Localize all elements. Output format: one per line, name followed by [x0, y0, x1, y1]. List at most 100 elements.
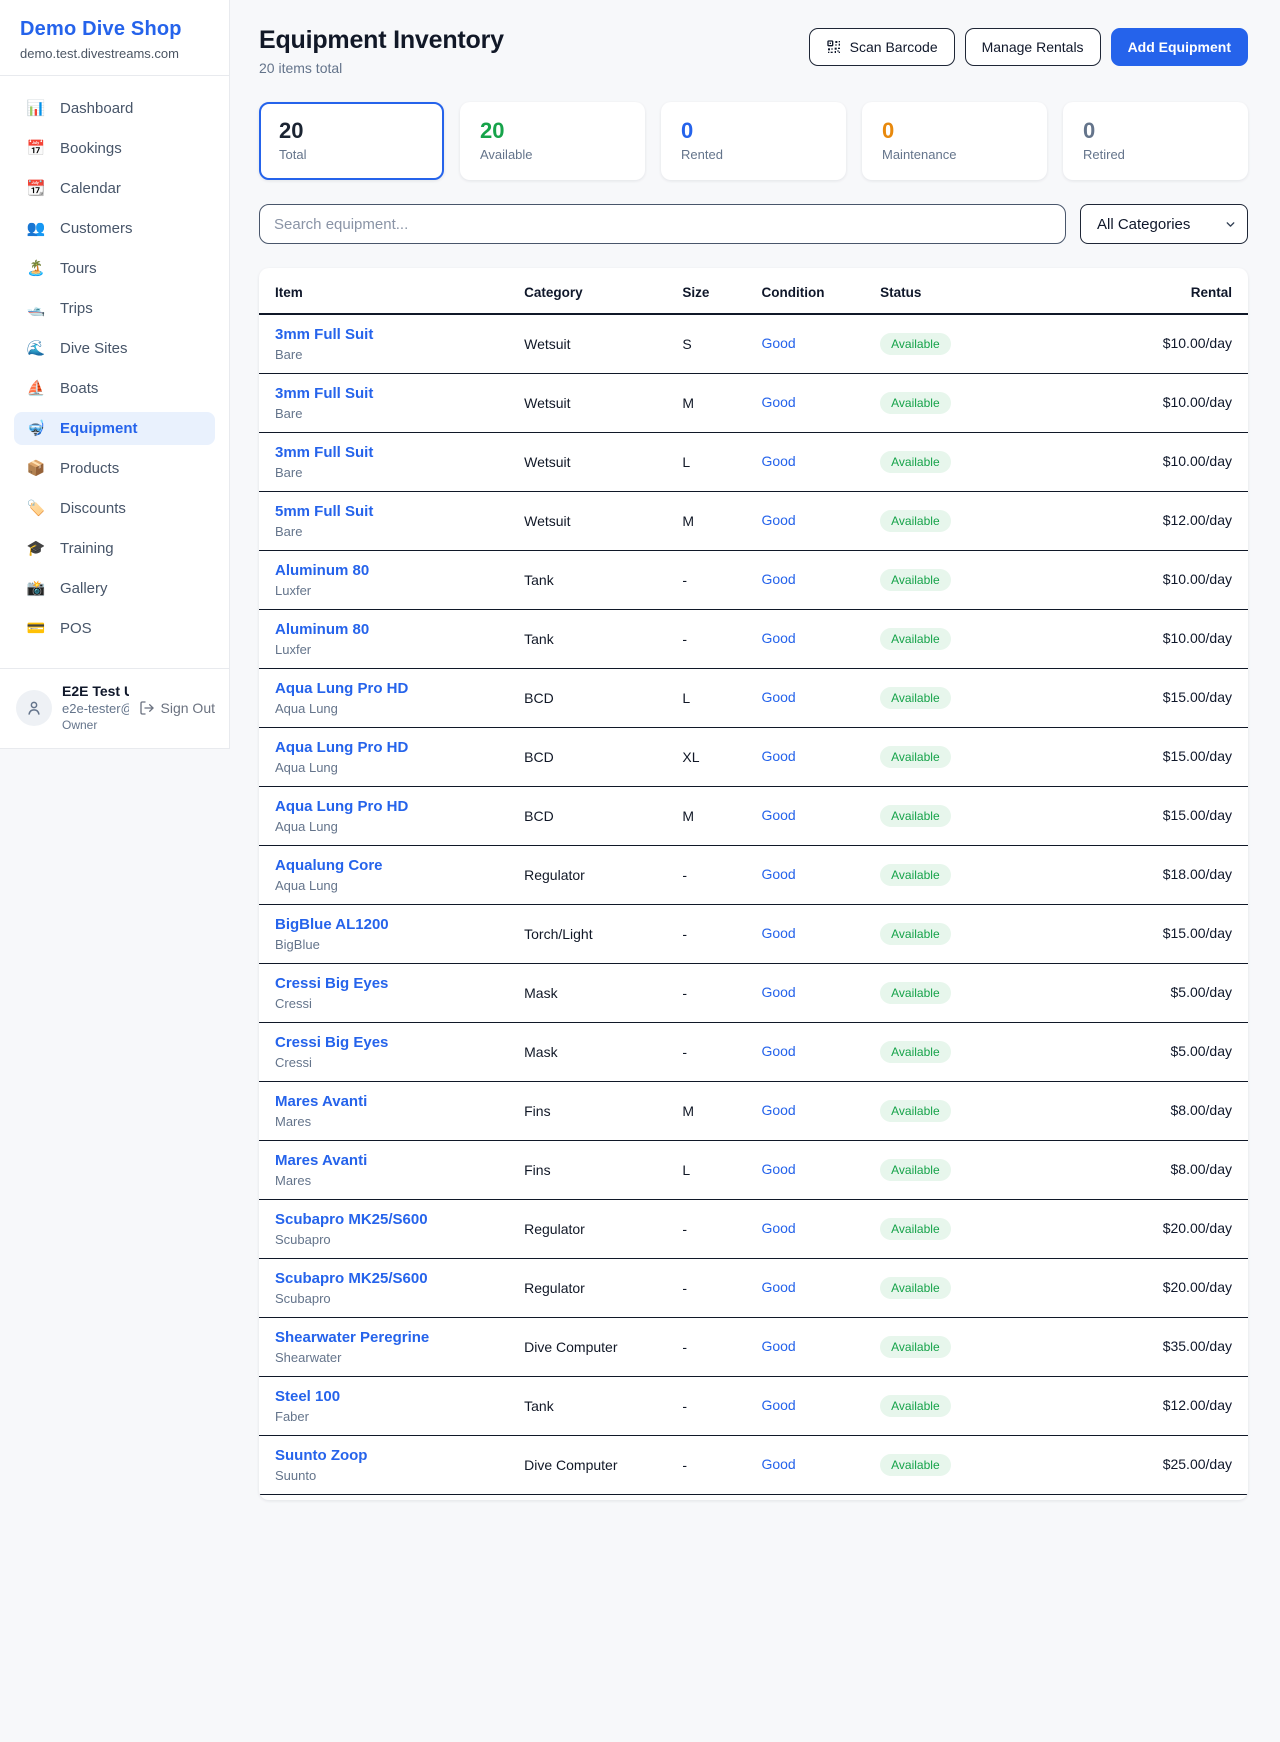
search-input[interactable]	[259, 204, 1066, 244]
table-row: BigBlue AL1200 BigBlue Torch/Light - Goo…	[259, 905, 1248, 964]
item-category: Tank	[516, 610, 674, 669]
item-name-link[interactable]: Aqua Lung Pro HD	[275, 680, 508, 697]
brand-domain: demo.test.divestreams.com	[20, 46, 209, 61]
item-name-link[interactable]: 5mm Full Suit	[275, 503, 508, 520]
item-category: Regulator	[516, 1200, 674, 1259]
sidebar-item-calendar[interactable]: 📆 Calendar	[14, 172, 215, 205]
header-actions: Scan Barcode Manage Rentals Add Equipmen…	[809, 26, 1248, 66]
status-badge: Available	[880, 510, 950, 532]
condition-link[interactable]: Good	[761, 984, 795, 1000]
item-name-link[interactable]: Aqua Lung Pro HD	[275, 739, 508, 756]
stat-label: Total	[279, 147, 424, 162]
condition-link[interactable]: Good	[761, 453, 795, 469]
sidebar-item-tours[interactable]: 🏝️ Tours	[14, 252, 215, 285]
sidebar-item-label: Boats	[60, 380, 98, 397]
gallery-icon: 📸	[26, 581, 46, 596]
condition-link[interactable]: Good	[761, 1161, 795, 1177]
condition-link[interactable]: Good	[761, 1338, 795, 1354]
item-name-link[interactable]: Shearwater Peregrine	[275, 1329, 508, 1346]
stats-row: 20 Total 20 Available 0 Rented 0 Mainten…	[259, 102, 1248, 180]
sidebar-item-dive-sites[interactable]: 🌊 Dive Sites	[14, 332, 215, 365]
table-row: Scubapro MK25/S600 Scubapro Regulator - …	[259, 1259, 1248, 1318]
item-name-link[interactable]: Aluminum 80	[275, 621, 508, 638]
condition-link[interactable]: Good	[761, 1456, 795, 1472]
condition-link[interactable]: Good	[761, 1220, 795, 1236]
sidebar-item-products[interactable]: 📦 Products	[14, 452, 215, 485]
sidebar-item-dashboard[interactable]: 📊 Dashboard	[14, 92, 215, 125]
stat-card-maintenance[interactable]: 0 Maintenance	[862, 102, 1047, 180]
item-category: Wetsuit	[516, 314, 674, 374]
stat-value: 20	[279, 118, 424, 144]
item-name-link[interactable]: Scubapro MK25/S600	[275, 1211, 508, 1228]
item-name-link[interactable]: Suunto Zoop	[275, 1447, 508, 1464]
stat-card-available[interactable]: 20 Available	[460, 102, 645, 180]
chevron-down-icon	[1224, 218, 1237, 231]
item-name-link[interactable]: 3mm Full Suit	[275, 444, 508, 461]
sidebar-item-label: Equipment	[60, 420, 138, 437]
products-icon: 📦	[26, 461, 46, 476]
col-rental: Rental	[1040, 268, 1248, 314]
item-name-link[interactable]: 3mm Full Suit	[275, 326, 508, 343]
scan-barcode-label: Scan Barcode	[850, 39, 938, 55]
item-name-link[interactable]: Aqualung Core	[275, 857, 508, 874]
sidebar-item-training[interactable]: 🎓 Training	[14, 532, 215, 565]
item-name-link[interactable]: Cressi Big Eyes	[275, 975, 508, 992]
status-badge: Available	[880, 864, 950, 886]
condition-link[interactable]: Good	[761, 1279, 795, 1295]
stat-card-retired[interactable]: 0 Retired	[1063, 102, 1248, 180]
sidebar-item-pos[interactable]: 💳 POS	[14, 612, 215, 645]
condition-link[interactable]: Good	[761, 571, 795, 587]
item-size: L	[674, 669, 753, 728]
item-category: Regulator	[516, 1259, 674, 1318]
sign-out-button[interactable]: Sign Out	[139, 700, 215, 716]
table-row: Mares Avanti Mares Fins M Good Available…	[259, 1082, 1248, 1141]
item-brand: Faber	[275, 1409, 508, 1424]
condition-link[interactable]: Good	[761, 394, 795, 410]
condition-link[interactable]: Good	[761, 807, 795, 823]
item-name-link[interactable]: Cressi Big Eyes	[275, 1034, 508, 1051]
item-name-link[interactable]: 3mm Full Suit	[275, 385, 508, 402]
category-dropdown[interactable]: All Categories	[1080, 204, 1248, 244]
condition-link[interactable]: Good	[761, 689, 795, 705]
item-name-link[interactable]: Scubapro MK25/S600	[275, 1270, 508, 1287]
condition-link[interactable]: Good	[761, 335, 795, 351]
condition-link[interactable]: Good	[761, 1043, 795, 1059]
item-size: L	[674, 1141, 753, 1200]
condition-link[interactable]: Good	[761, 866, 795, 882]
sidebar-item-customers[interactable]: 👥 Customers	[14, 212, 215, 245]
condition-link[interactable]: Good	[761, 1102, 795, 1118]
item-size: -	[674, 1318, 753, 1377]
item-name-link[interactable]: Mares Avanti	[275, 1093, 508, 1110]
sidebar-item-label: Gallery	[60, 580, 108, 597]
sidebar-item-equipment[interactable]: 🤿 Equipment	[14, 412, 215, 445]
add-equipment-button[interactable]: Add Equipment	[1111, 28, 1248, 66]
manage-rentals-button[interactable]: Manage Rentals	[965, 28, 1101, 66]
sidebar-item-discounts[interactable]: 🏷️ Discounts	[14, 492, 215, 525]
condition-link[interactable]: Good	[761, 512, 795, 528]
item-name-link[interactable]: Aluminum 80	[275, 562, 508, 579]
rental-price: $18.00/day	[1163, 866, 1232, 882]
condition-link[interactable]: Good	[761, 630, 795, 646]
sidebar-item-trips[interactable]: 🛥️ Trips	[14, 292, 215, 325]
item-name-link[interactable]: BigBlue AL1200	[275, 916, 508, 933]
condition-link[interactable]: Good	[761, 748, 795, 764]
item-size: -	[674, 905, 753, 964]
table-row: 5mm Full Suit Bare Wetsuit M Good Availa…	[259, 492, 1248, 551]
sidebar-item-gallery[interactable]: 📸 Gallery	[14, 572, 215, 605]
sidebar-item-bookings[interactable]: 📅 Bookings	[14, 132, 215, 165]
scan-barcode-button[interactable]: Scan Barcode	[809, 28, 955, 66]
rental-price: $10.00/day	[1163, 630, 1232, 646]
stat-label: Available	[480, 147, 625, 162]
condition-link[interactable]: Good	[761, 925, 795, 941]
sidebar-item-boats[interactable]: ⛵ Boats	[14, 372, 215, 405]
stat-card-total[interactable]: 20 Total	[259, 102, 444, 180]
item-name-link[interactable]: Aqua Lung Pro HD	[275, 798, 508, 815]
rental-price: $15.00/day	[1163, 748, 1232, 764]
condition-link[interactable]: Good	[761, 1397, 795, 1413]
item-name-link[interactable]: Mares Avanti	[275, 1152, 508, 1169]
item-category: Dive Computer	[516, 1318, 674, 1377]
rental-price: $5.00/day	[1171, 984, 1233, 1000]
stat-card-rented[interactable]: 0 Rented	[661, 102, 846, 180]
item-name-link[interactable]: Steel 100	[275, 1388, 508, 1405]
rental-price: $12.00/day	[1163, 512, 1232, 528]
